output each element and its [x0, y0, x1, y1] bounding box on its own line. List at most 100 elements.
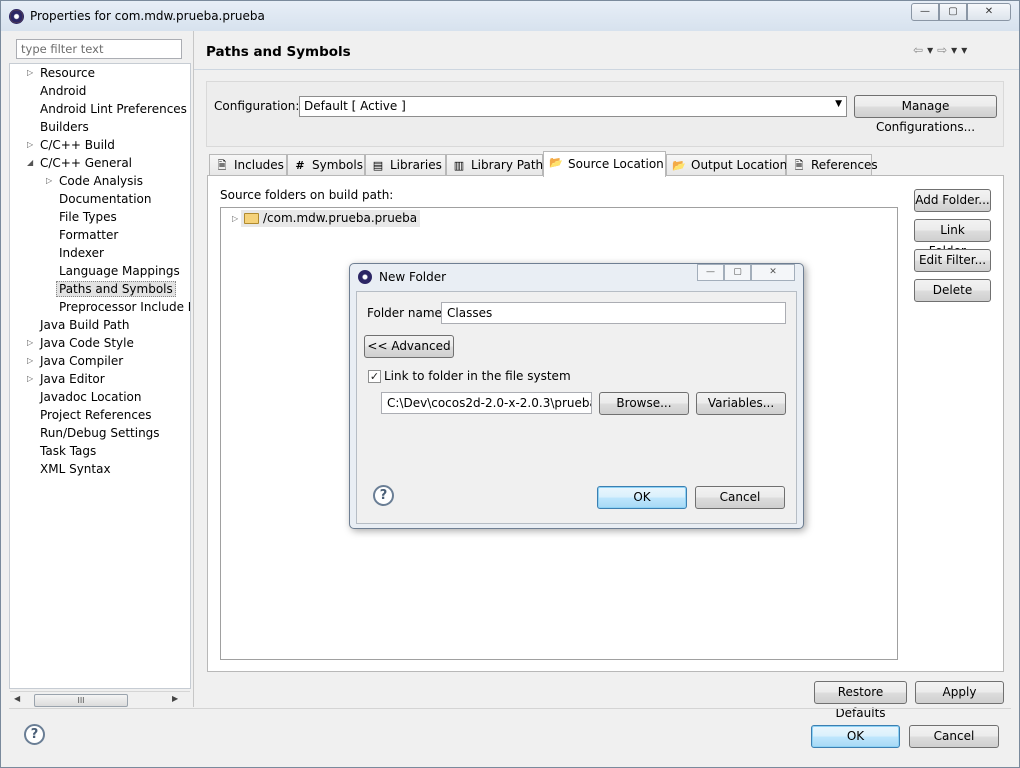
link-path-field[interactable]: C:\Dev\cocos2d-2.0-x-2.0.3\prueba\Cl [381, 392, 592, 414]
tree-item[interactable]: Task Tags [40, 442, 96, 460]
tree-item[interactable]: Javadoc Location [40, 388, 141, 406]
source-folder-icon: 📂 [549, 156, 563, 169]
tree-item[interactable]: Run/Debug Settings [40, 424, 160, 442]
source-folder-label: /com.mdw.prueba.prueba [263, 211, 418, 225]
minimize-button[interactable]: — [911, 3, 939, 21]
link-folder-label: Link to folder in the file system [384, 369, 571, 383]
folder-icon [244, 213, 259, 224]
tree-item[interactable]: Java Build Path [40, 316, 129, 334]
delete-button[interactable]: Delete [914, 279, 991, 302]
ok-button[interactable]: OK [811, 725, 900, 748]
tab-output-location[interactable]: 📂 Output Location [666, 154, 787, 176]
tree-item-label: XML Syntax [40, 462, 111, 476]
forward-dropdown-icon[interactable]: ▾ [951, 43, 961, 57]
filter-input[interactable]: type filter text [16, 39, 182, 59]
dialog-ok-button[interactable]: OK [597, 486, 687, 509]
tab-library-paths[interactable]: ▥ Library Paths [446, 154, 549, 176]
folder-name-label: Folder name: [367, 306, 446, 320]
restore-defaults-button[interactable]: Restore Defaults [814, 681, 907, 720]
tree-expander-icon[interactable]: ▷ [27, 136, 33, 154]
tree-item[interactable]: ▷ C/C++ Build [27, 136, 115, 154]
help-icon[interactable]: ? [24, 724, 45, 745]
tree-item[interactable]: ▷ Code Analysis [46, 172, 143, 190]
manage-configurations-button[interactable]: Manage Configurations... [854, 95, 997, 134]
tab-symbols[interactable]: # Symbols [287, 154, 365, 176]
tab-includes[interactable]: 🗎 Includes [209, 154, 287, 176]
scroll-thumb[interactable]: III [34, 694, 128, 707]
tree-item-label: Formatter [59, 228, 119, 242]
property-tree[interactable]: ▷ Resource Android Android Lint Preferences… [9, 63, 191, 689]
source-folder-item[interactable]: ▷ /com.mdw.prueba.prueba [232, 210, 421, 227]
browse-button[interactable]: Browse... [599, 392, 689, 415]
tab-label: Includes [234, 158, 284, 172]
footer-separator [9, 708, 1011, 709]
tree-item[interactable]: Language Mappings [59, 262, 180, 280]
tree-item[interactable]: Builders [40, 118, 89, 136]
configuration-value: Default [ Active ] [304, 99, 406, 113]
forward-arrow-icon[interactable]: ⇨ [937, 43, 951, 57]
maximize-button[interactable]: ▢ [939, 3, 967, 21]
tab-label: Libraries [390, 158, 442, 172]
output-folder-icon: 📂 [672, 159, 686, 172]
tree-item[interactable]: File Types [59, 208, 117, 226]
title-bar[interactable]: Properties for com.mdw.prueba.prueba — ▢… [1, 1, 1019, 31]
tree-item-label: Android Lint Preferences [40, 102, 187, 116]
tree-expander-icon[interactable]: ◢ [27, 154, 33, 172]
hash-icon: # [295, 159, 305, 172]
link-folder-button[interactable]: Link Folder... [914, 219, 991, 258]
tab-source-location[interactable]: 📂 Source Location [543, 151, 666, 177]
tree-item[interactable]: ▷ Java Editor [27, 370, 105, 388]
back-dropdown-icon[interactable]: ▾ [927, 43, 937, 57]
tree-item-label: Language Mappings [59, 264, 180, 278]
tree-item[interactable]: ▷ Java Compiler [27, 352, 123, 370]
apply-button[interactable]: Apply [915, 681, 1004, 704]
tree-expander-icon[interactable]: ▷ [27, 370, 33, 388]
tree-item[interactable]: Paths and Symbols [56, 280, 176, 298]
configuration-select[interactable]: Default [ Active ] ▼ [299, 96, 847, 117]
pane-divider[interactable] [193, 31, 194, 707]
tab-references[interactable]: 🗎 References [786, 154, 878, 176]
scroll-left-arrow-icon[interactable]: ◀ [14, 694, 20, 703]
dialog-maximize-button[interactable]: ▢ [724, 264, 751, 281]
tree-expander-icon[interactable]: ▷ [27, 334, 33, 352]
tree-item[interactable]: Project References [40, 406, 152, 424]
tree-expander-icon[interactable]: ▷ [27, 352, 33, 370]
scroll-right-arrow-icon[interactable]: ▶ [172, 694, 178, 703]
tree-expander-icon[interactable]: ▷ [46, 172, 52, 190]
view-menu-icon[interactable]: ▾ [961, 43, 971, 57]
tree-item-label: Android [40, 84, 87, 98]
tree-horizontal-scrollbar[interactable]: ◀ III ▶ [10, 691, 190, 708]
tree-item-label: C/C++ General [40, 156, 133, 170]
add-folder-button[interactable]: Add Folder... [914, 189, 991, 212]
back-arrow-icon[interactable]: ⇦ [913, 43, 927, 57]
dialog-minimize-button[interactable]: — [697, 264, 724, 281]
cancel-button[interactable]: Cancel [909, 725, 999, 748]
tab-libraries[interactable]: ▤ Libraries [365, 154, 446, 176]
tree-item-label: Task Tags [40, 444, 97, 458]
tree-item[interactable]: Formatter [59, 226, 118, 244]
tree-item[interactable]: Android [40, 82, 86, 100]
tree-item[interactable]: ◢ C/C++ General [27, 154, 133, 172]
dialog-help-icon[interactable]: ? [373, 485, 394, 506]
close-button[interactable]: ✕ [967, 3, 1011, 21]
tree-item-label: Documentation [59, 192, 152, 206]
tree-item[interactable]: Documentation [59, 190, 152, 208]
folder-name-field[interactable]: Classes [441, 302, 786, 324]
tree-item[interactable]: ▷ Resource [27, 64, 96, 82]
variables-button[interactable]: Variables... [696, 392, 786, 415]
edit-filter-button[interactable]: Edit Filter... [914, 249, 991, 272]
tree-item[interactable]: Android Lint Preferences [40, 100, 187, 118]
advanced-button[interactable]: << Advanced [364, 335, 454, 358]
tree-item-label: C/C++ Build [40, 138, 115, 152]
tree-item[interactable]: ▷ Java Code Style [27, 334, 134, 352]
tree-item[interactable]: Preprocessor Include Pa [59, 298, 190, 316]
tree-expander-icon[interactable]: ▷ [27, 64, 33, 82]
link-folder-checkbox[interactable]: ✓ [368, 370, 381, 383]
dialog-cancel-button[interactable]: Cancel [695, 486, 785, 509]
dialog-close-button[interactable]: ✕ [751, 264, 795, 281]
tree-item[interactable]: XML Syntax [40, 460, 111, 478]
tree-item[interactable]: Indexer [59, 244, 104, 262]
expand-arrow-icon[interactable]: ▷ [232, 210, 238, 227]
tree-item-label: Resource [40, 66, 96, 80]
references-icon: 🗎 [794, 159, 804, 172]
